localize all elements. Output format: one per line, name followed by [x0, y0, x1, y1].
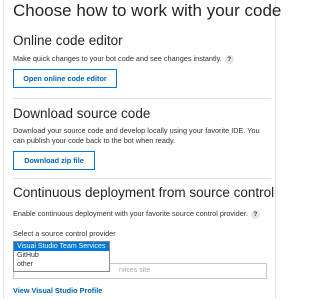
online-editor-heading: Online code editor [13, 33, 123, 48]
online-editor-description: Make quick changes to your bot code and … [13, 54, 265, 64]
page-title: Choose how to work with your code [13, 1, 282, 20]
option-github[interactable]: GitHub [14, 251, 109, 260]
download-zip-file-button[interactable]: Download zip file [13, 151, 95, 170]
source-control-dropdown-list[interactable]: Visual Studio Team Services GitHub other [13, 241, 110, 272]
deployment-heading: Continuous deployment from source contro… [13, 185, 275, 200]
view-visual-studio-profile-link[interactable]: View Visual Studio Profile [13, 286, 102, 295]
download-heading: Download source code [13, 106, 151, 121]
help-icon[interactable]: ? [250, 209, 260, 219]
section-divider [13, 98, 271, 99]
deployment-description: Enable continuous deployment with your f… [13, 209, 265, 219]
online-editor-description-text: Make quick changes to your bot code and … [13, 54, 222, 63]
option-other[interactable]: other [14, 260, 109, 269]
section-divider [13, 178, 271, 179]
option-visual-studio-team-services[interactable]: Visual Studio Team Services [14, 242, 109, 251]
download-description: Download your source code and develop lo… [13, 126, 260, 145]
deployment-description-text: Enable continuous deployment with your f… [13, 209, 248, 218]
site-input-placeholder: rvices site [119, 267, 151, 274]
source-control-select-label: Select a source control provider [13, 229, 116, 238]
open-online-code-editor-button[interactable]: Open online code editor [13, 69, 117, 88]
help-icon[interactable]: ? [224, 54, 234, 64]
